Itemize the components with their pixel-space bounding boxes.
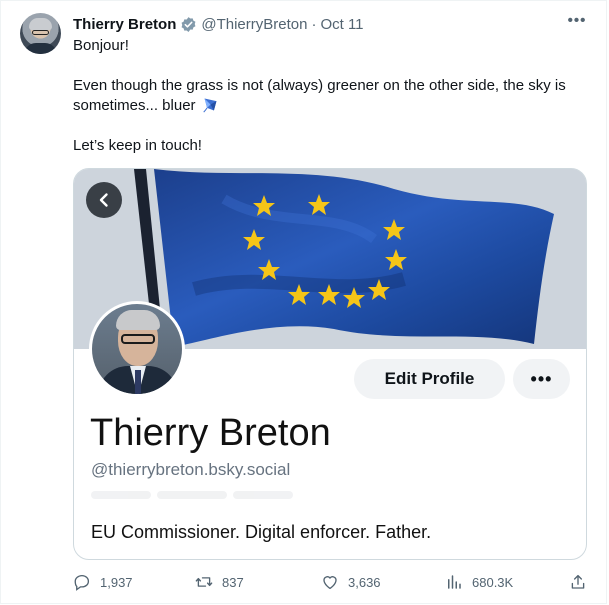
profile-more-button[interactable]: ••• (513, 359, 570, 399)
tweet-text-line-3-wrap: sometimes... bluer (73, 96, 219, 116)
share-icon (571, 574, 585, 589)
chevron-left-icon[interactable] (86, 182, 122, 218)
verified-badge-icon (181, 16, 196, 32)
avatar-hair (29, 18, 52, 30)
avatar-glasses (32, 30, 49, 35)
repost-button[interactable]: 837 (195, 571, 244, 593)
faded-bar (157, 491, 227, 499)
author-handle[interactable]: @ThierryBreton (201, 16, 307, 33)
pfp-tie (135, 370, 141, 394)
tweet-date[interactable]: Oct 11 (320, 16, 363, 33)
profile-avatar (89, 301, 185, 397)
tweet-text-line-1: Bonjour! (73, 37, 129, 54)
like-button[interactable]: 3,636 (321, 571, 381, 593)
tweet-text-line-3: sometimes... bluer (73, 97, 196, 114)
like-count: 3,636 (348, 574, 381, 590)
author-avatar[interactable] (20, 13, 61, 54)
kite-emoji-icon (203, 98, 217, 113)
avatar-suit (24, 43, 57, 54)
views-count: 680.3K (472, 574, 514, 590)
share-button[interactable] (569, 571, 596, 593)
reply-icon (74, 574, 90, 591)
reply-button[interactable]: 1,937 (73, 571, 133, 593)
views-chart-icon (448, 575, 461, 589)
faded-stats-row (91, 491, 351, 503)
pfp-hair (116, 310, 160, 330)
author-name[interactable]: Thierry Breton (73, 16, 176, 33)
views-button[interactable]: 680.3K (445, 571, 513, 593)
repost-count: 837 (222, 574, 244, 590)
tweet-text-line-2: Even though the grass is not (always) gr… (73, 77, 566, 94)
profile-handle: @thierrybreton.bsky.social (91, 460, 291, 479)
faded-bar (91, 491, 151, 499)
profile-display-name: Thierry Breton (90, 412, 331, 454)
tweet-text-line-4: Let’s keep in touch! (73, 137, 202, 154)
edit-profile-button[interactable]: Edit Profile (354, 359, 505, 399)
tweet-actions-bar: 1,937 837 3,636 680.3K (73, 571, 589, 593)
header-separator: · (311, 15, 317, 33)
reply-count: 1,937 (100, 574, 133, 590)
more-icon[interactable]: ••• (566, 13, 588, 34)
faded-bar (233, 491, 293, 499)
pfp-glasses (121, 334, 155, 344)
embedded-profile-card[interactable]: Edit Profile ••• Thierry Breton @thierry… (73, 168, 587, 560)
profile-bio: EU Commissioner. Digital enforcer. Fathe… (91, 522, 432, 542)
tweet-header: Thierry Breton @ThierryBreton · Oct 11 (73, 14, 364, 34)
repost-icon (195, 577, 213, 587)
heart-icon (323, 576, 337, 590)
